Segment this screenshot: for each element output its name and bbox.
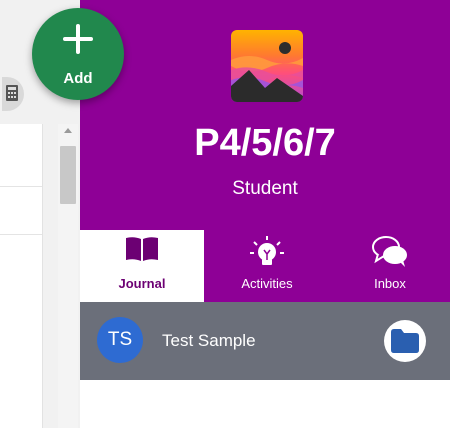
tab-activities[interactable]: Activities xyxy=(204,230,330,302)
add-button[interactable]: Add xyxy=(32,8,124,100)
student-row[interactable]: TS Test Sample xyxy=(80,302,450,380)
plus-icon xyxy=(63,24,93,54)
scrollbar-thumb[interactable] xyxy=(60,146,76,204)
student-name: Test Sample xyxy=(162,331,256,350)
lightbulb-icon xyxy=(250,236,284,265)
add-button-label: Add xyxy=(63,70,93,87)
scroll-up-arrow-icon[interactable] xyxy=(64,128,72,133)
tab-activities-label: Activities xyxy=(241,276,293,291)
tab-journal-label: Journal xyxy=(118,276,166,291)
role-label: Student xyxy=(232,178,298,199)
avatar: TS xyxy=(97,317,143,363)
journal-cover-image xyxy=(231,30,303,102)
tab-journal[interactable]: Journal xyxy=(80,230,204,302)
folder-icon xyxy=(391,329,419,353)
tab-inbox[interactable]: Inbox xyxy=(330,230,450,302)
book-icon xyxy=(126,237,158,261)
calculator-icon[interactable] xyxy=(2,77,24,111)
class-name: P4/5/6/7 xyxy=(194,122,336,164)
student-header: P4/5/6/7 Student xyxy=(80,0,450,230)
tab-bar: Journal Activities Inbox xyxy=(80,230,450,302)
chat-bubbles-icon xyxy=(372,236,407,267)
divider xyxy=(0,234,42,235)
divider xyxy=(0,186,42,187)
folder-button[interactable] xyxy=(384,320,426,362)
content-panel xyxy=(0,124,43,428)
tab-inbox-label: Inbox xyxy=(374,276,406,291)
